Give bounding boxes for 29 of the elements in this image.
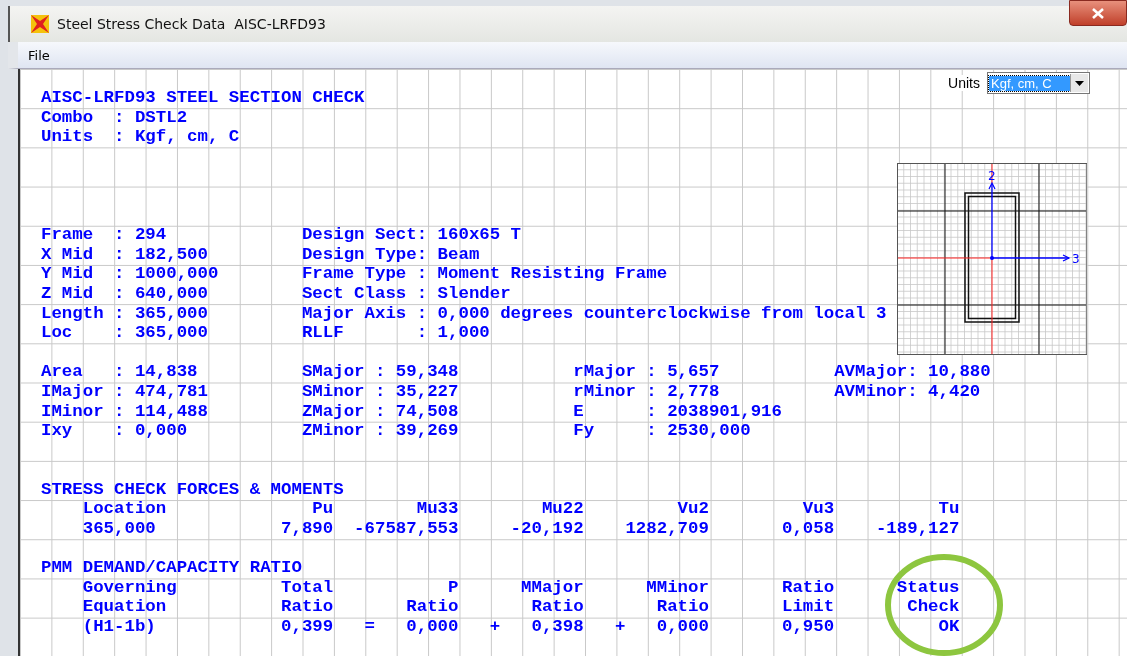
report-line: IMinor : 114,488 ZMajor : 74,508 E : 2038901,916 bbox=[41, 401, 782, 422]
app-logo-icon bbox=[30, 14, 50, 34]
close-button[interactable] bbox=[1069, 0, 1127, 26]
report-line: X Mid : 182,500 Design Type: Beam bbox=[41, 244, 480, 265]
report-line: 365,000 7,890 -67587,553 -20,192 1282,709 0,058 -189,127 bbox=[81, 519, 960, 539]
section-heading: STRESS CHECK FORCES & MOMENTS bbox=[41, 479, 344, 500]
dropdown-caret-icon bbox=[1075, 80, 1084, 86]
section-heading: AISC-LRFD93 STEEL SECTION CHECK bbox=[41, 88, 365, 108]
report-line: Equation Ratio Ratio Ratio Ratio Limit Check bbox=[81, 597, 960, 618]
report-line: Units : Kgf, cm, C bbox=[41, 127, 240, 147]
report-line: Y Mid : 1000,000 Frame Type : Moment Resisting Frame bbox=[41, 264, 668, 284]
close-icon bbox=[1092, 7, 1104, 19]
report-line: Length : 365,000 Major Axis : 0,000 degrees counterclockwise from local 3 bbox=[41, 303, 887, 324]
report-line: Z Mid : 640,000 Sect Class : Slender bbox=[41, 283, 511, 304]
units-label: Units bbox=[948, 75, 980, 91]
report-line: Loc : 365,000 RLLF : 1,000 bbox=[41, 323, 490, 343]
report-line: Frame : 294 Design Sect: 160x65 T bbox=[41, 225, 522, 245]
axis-label: 3 bbox=[1072, 252, 1080, 266]
report-line: Ixy : 0,000 ZMinor : 39,269 Fy : 2530,000 bbox=[41, 421, 751, 441]
report-line: Area : 14,838 SMajor : 59,348 rMajor : 5,657 AVMajor: 10,880 bbox=[41, 362, 991, 382]
report-line: Combo : DSTL2 bbox=[41, 107, 188, 128]
report-line: Governing Total P MMajor MMinor Ratio Status bbox=[81, 577, 960, 598]
section-heading: PMM DEMAND/CAPACITY RATIO bbox=[41, 558, 302, 578]
window-title: Steel Stress Check Data AISC-LRFD93 bbox=[57, 16, 326, 32]
report-line: IMajor : 474,781 SMinor : 35,227 rMinor : 2,778 AVMinor: 4,420 bbox=[41, 381, 981, 402]
menu-item[interactable]: File bbox=[18, 47, 60, 63]
axis-label: 2 bbox=[988, 169, 996, 183]
report-line: (H1-1b) 0,399 = 0,000 + 0,398 + 0,000 0,950 OK bbox=[81, 617, 960, 637]
report-line: Location Pu Mu33 Mu22 Vu2 Vu3 Tu bbox=[81, 499, 960, 520]
